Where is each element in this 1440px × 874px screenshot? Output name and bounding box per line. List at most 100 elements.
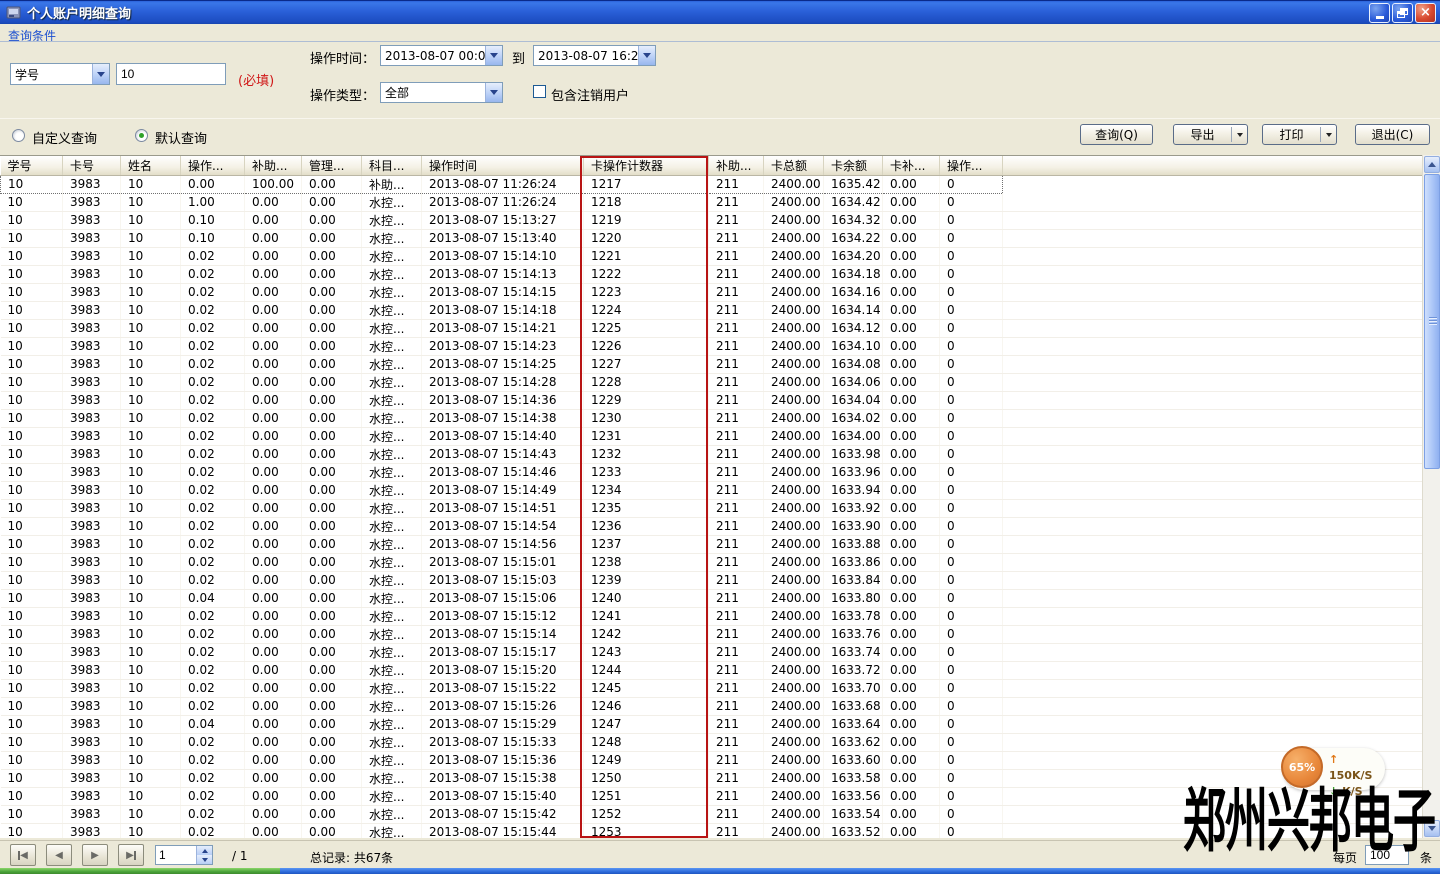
table-row[interactable]: 103983100.020.000.00水控...2013-08-07 15:1…: [1, 769, 1423, 787]
table-row[interactable]: 103983100.020.000.00水控...2013-08-07 15:1…: [1, 391, 1423, 409]
table-cell: 1633.58: [824, 769, 883, 787]
table-cell-filler: [1003, 823, 1423, 838]
table-row[interactable]: 103983100.020.000.00水控...2013-08-07 15:1…: [1, 355, 1423, 373]
field-value-input[interactable]: [116, 63, 226, 85]
table-row[interactable]: 103983100.020.000.00水控...2013-08-07 15:1…: [1, 643, 1423, 661]
table-row[interactable]: 103983100.020.000.00水控...2013-08-07 15:1…: [1, 535, 1423, 553]
table-row[interactable]: 103983100.020.000.00水控...2013-08-07 15:1…: [1, 607, 1423, 625]
table-row[interactable]: 103983100.020.000.00水控...2013-08-07 15:1…: [1, 517, 1423, 535]
speed-monitor-badge[interactable]: 65% ↑ 150K/S ↓ K/S: [1283, 748, 1385, 790]
field-selector[interactable]: 学号: [10, 63, 110, 85]
table-row[interactable]: 103983100.020.000.00水控...2013-08-07 15:1…: [1, 499, 1423, 517]
default-query-radio[interactable]: [135, 129, 148, 142]
last-page-button[interactable]: ▶: [118, 844, 144, 866]
column-header[interactable]: 操作时间: [422, 156, 584, 175]
table-cell: 0.00: [245, 733, 302, 751]
column-header[interactable]: 科目...: [362, 156, 422, 175]
table-cell: 0.02: [181, 697, 245, 715]
export-button[interactable]: 导出: [1173, 124, 1248, 145]
table-row[interactable]: 103983100.020.000.00水控...2013-08-07 15:1…: [1, 445, 1423, 463]
column-header[interactable]: 卡操作计数器: [584, 156, 709, 175]
field-selector-dropdown-icon[interactable]: [92, 64, 109, 84]
column-header[interactable]: 姓名: [121, 156, 181, 175]
query-button[interactable]: 查询(Q): [1080, 124, 1153, 145]
table-cell: 0.00: [883, 535, 940, 553]
table-row[interactable]: 103983100.100.000.00水控...2013-08-07 15:1…: [1, 229, 1423, 247]
time-from-select[interactable]: 2013-08-07 00:00: [380, 45, 503, 66]
column-header[interactable]: 卡补...: [883, 156, 940, 175]
restore-button[interactable]: [1392, 3, 1413, 23]
include-cancelled-checkbox[interactable]: [533, 85, 546, 98]
column-header[interactable]: 操作...: [181, 156, 245, 175]
type-select[interactable]: 全部: [380, 82, 503, 103]
exit-button[interactable]: 退出(C): [1355, 124, 1430, 145]
close-button[interactable]: ×: [1415, 3, 1436, 23]
type-dropdown-icon[interactable]: [485, 83, 502, 102]
table-row[interactable]: 103983100.020.000.00水控...2013-08-07 15:1…: [1, 751, 1423, 769]
time-to-select[interactable]: 2013-08-07 16:21: [533, 45, 656, 66]
table-row[interactable]: 103983100.100.000.00水控...2013-08-07 15:1…: [1, 211, 1423, 229]
column-header[interactable]: 管理...: [302, 156, 362, 175]
scroll-up-button[interactable]: [1424, 156, 1440, 173]
table-row[interactable]: 103983100.020.000.00水控...2013-08-07 15:1…: [1, 571, 1423, 589]
page-spin-up-icon[interactable]: [197, 846, 212, 855]
table-cell: 2013-08-07 15:13:40: [422, 229, 584, 247]
print-dropdown-icon[interactable]: [1321, 133, 1336, 137]
scroll-down-button[interactable]: [1424, 820, 1440, 837]
table-row[interactable]: 103983100.020.000.00水控...2013-08-07 15:1…: [1, 787, 1423, 805]
table-row[interactable]: 103983100.020.000.00水控...2013-08-07 15:1…: [1, 463, 1423, 481]
table-row[interactable]: 103983100.020.000.00水控...2013-08-07 15:1…: [1, 679, 1423, 697]
prev-page-button[interactable]: ◀: [46, 844, 72, 866]
table-row[interactable]: 103983100.020.000.00水控...2013-08-07 15:1…: [1, 265, 1423, 283]
column-header[interactable]: 补助...: [245, 156, 302, 175]
scrollbar-thumb[interactable]: [1424, 174, 1440, 469]
table-row[interactable]: 103983100.020.000.00水控...2013-08-07 15:1…: [1, 247, 1423, 265]
column-header[interactable]: 补助...: [709, 156, 764, 175]
table-cell: 0.00: [302, 751, 362, 769]
table-row[interactable]: 103983100.040.000.00水控...2013-08-07 15:1…: [1, 715, 1423, 733]
custom-query-radio[interactable]: [12, 129, 25, 142]
table-row[interactable]: 103983100.00100.000.00补助...2013-08-07 11…: [1, 175, 1423, 193]
table-row[interactable]: 103983101.000.000.00水控...2013-08-07 11:2…: [1, 193, 1423, 211]
table-row[interactable]: 103983100.020.000.00水控...2013-08-07 15:1…: [1, 373, 1423, 391]
next-page-button[interactable]: ▶: [82, 844, 108, 866]
table-row[interactable]: 103983100.020.000.00水控...2013-08-07 15:1…: [1, 553, 1423, 571]
table-row[interactable]: 103983100.020.000.00水控...2013-08-07 15:1…: [1, 319, 1423, 337]
table-cell: 0.00: [302, 193, 362, 211]
table-row[interactable]: 103983100.020.000.00水控...2013-08-07 15:1…: [1, 805, 1423, 823]
page-spin-down-icon[interactable]: [197, 855, 212, 864]
time-to-dropdown-icon[interactable]: [638, 46, 655, 65]
table-cell: 211: [709, 445, 764, 463]
table-row[interactable]: 103983100.020.000.00水控...2013-08-07 15:1…: [1, 409, 1423, 427]
export-dropdown-icon[interactable]: [1232, 133, 1247, 137]
table-row[interactable]: 103983100.020.000.00水控...2013-08-07 15:1…: [1, 625, 1423, 643]
column-header[interactable]: 卡总额: [764, 156, 824, 175]
page-number-spinner[interactable]: [155, 845, 213, 865]
page-number-input[interactable]: [156, 846, 196, 864]
print-button[interactable]: 打印: [1262, 124, 1337, 145]
table-row[interactable]: 103983100.020.000.00水控...2013-08-07 15:1…: [1, 697, 1423, 715]
time-from-dropdown-icon[interactable]: [485, 46, 502, 65]
first-page-button[interactable]: ◀: [10, 844, 36, 866]
table-row[interactable]: 103983100.020.000.00水控...2013-08-07 15:1…: [1, 427, 1423, 445]
table-row[interactable]: 103983100.040.000.00水控...2013-08-07 15:1…: [1, 589, 1423, 607]
page-total-label: / 1: [232, 849, 248, 863]
column-header[interactable]: 卡余额: [824, 156, 883, 175]
table-row[interactable]: 103983100.020.000.00水控...2013-08-07 15:1…: [1, 301, 1423, 319]
table-row[interactable]: 103983100.020.000.00水控...2013-08-07 15:1…: [1, 337, 1423, 355]
table-cell: 0: [940, 589, 1003, 607]
table-row[interactable]: 103983100.020.000.00水控...2013-08-07 15:1…: [1, 733, 1423, 751]
table-row[interactable]: 103983100.020.000.00水控...2013-08-07 15:1…: [1, 823, 1423, 838]
table-row[interactable]: 103983100.020.000.00水控...2013-08-07 15:1…: [1, 661, 1423, 679]
column-header[interactable]: 学号: [1, 156, 63, 175]
table-row[interactable]: 103983100.020.000.00水控...2013-08-07 15:1…: [1, 283, 1423, 301]
vertical-scrollbar[interactable]: [1422, 155, 1440, 838]
table-cell: 1633.70: [824, 679, 883, 697]
table-cell: 3983: [63, 247, 121, 265]
table-cell: 10: [121, 283, 181, 301]
column-header[interactable]: 卡号: [63, 156, 121, 175]
per-page-input[interactable]: [1365, 845, 1409, 865]
minimize-button[interactable]: [1369, 3, 1390, 23]
column-header[interactable]: 操作...: [940, 156, 1003, 175]
table-row[interactable]: 103983100.020.000.00水控...2013-08-07 15:1…: [1, 481, 1423, 499]
